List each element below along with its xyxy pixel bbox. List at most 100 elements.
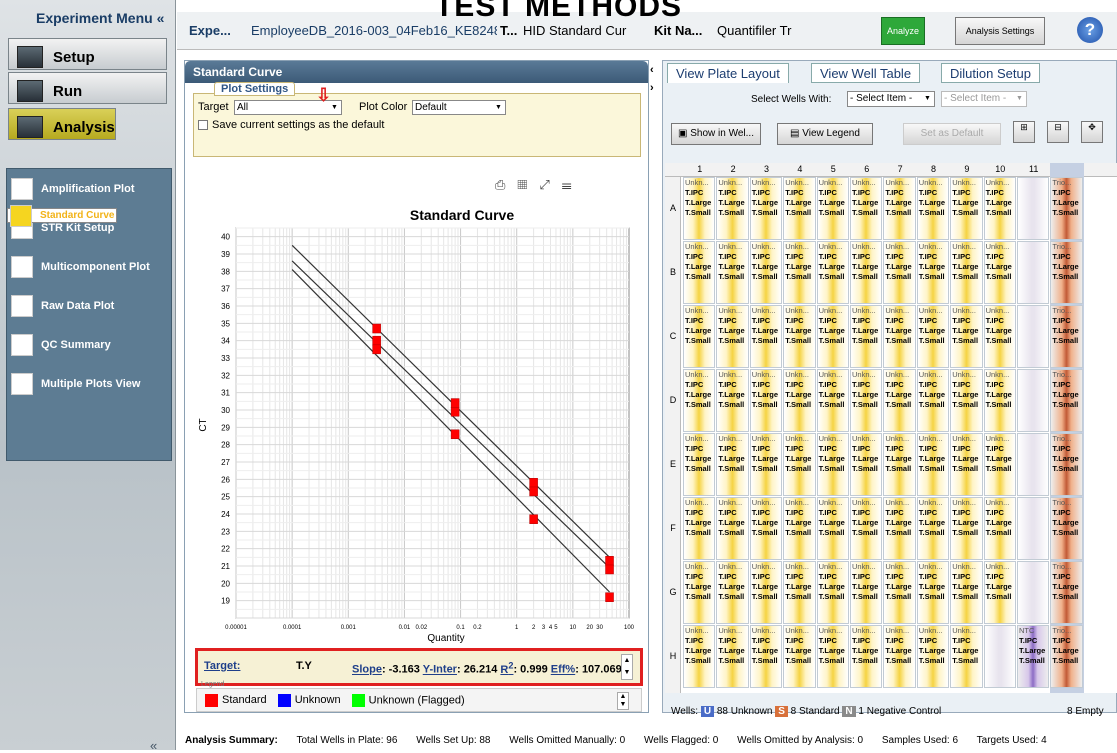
plate-well[interactable]: Unkn... T.IPC T.Large T.Small [783, 369, 816, 432]
set-default-button[interactable]: Set as Default [903, 123, 1001, 145]
plate-well[interactable]: Unkn... T.IPC T.Large T.Small [783, 305, 816, 368]
plate-well[interactable] [1017, 241, 1050, 304]
plate-well[interactable]: Unkn... T.IPC T.Large T.Small [683, 241, 716, 304]
plate-well[interactable]: Unkn... T.IPC T.Large T.Small [683, 625, 716, 688]
plate-well[interactable]: Unkn... T.IPC T.Large T.Small [716, 433, 749, 496]
plate-well[interactable]: Unkn... T.IPC T.Large T.Small [983, 433, 1016, 496]
plate-well[interactable]: Unkn... T.IPC T.Large T.Small [916, 369, 950, 432]
sidebar-item-amplification-plot[interactable]: Amplification Plot [7, 169, 171, 208]
sidebar-item-multiple-plots-view[interactable]: Multiple Plots View [7, 364, 171, 403]
sidebar-item-raw-data-plot[interactable]: Raw Data Plot [7, 286, 171, 325]
plate-well[interactable]: Unkn... T.IPC T.Large T.Small [749, 241, 783, 304]
row-header[interactable]: F [665, 523, 681, 533]
plate-well[interactable]: Unkn... T.IPC T.Large T.Small [850, 497, 883, 560]
plate-well[interactable]: Unkn... T.IPC T.Large T.Small [850, 177, 883, 240]
plate-well[interactable]: Unkn... T.IPC T.Large T.Small [816, 433, 849, 496]
plate-well[interactable]: Unkn... T.IPC T.Large T.Small [716, 561, 749, 624]
column-header[interactable]: 7 [883, 164, 916, 174]
row-header[interactable]: H [665, 651, 681, 661]
plate-well[interactable]: Unkn... T.IPC T.Large T.Small [850, 241, 883, 304]
legend-scroll-stepper[interactable]: ▲ ▼ [617, 692, 629, 710]
plate-well[interactable]: Unkn... T.IPC T.Large T.Small [683, 305, 716, 368]
y-intercept-label[interactable]: Y-Inter [423, 664, 457, 676]
show-in-well-button[interactable]: ▣ Show in Wel... [671, 123, 761, 145]
plate-well[interactable]: Unkn... T.IPC T.Large T.Small [783, 241, 816, 304]
plate-well[interactable]: Unkn... T.IPC T.Large T.Small [716, 241, 749, 304]
tab-view-well-table[interactable]: View Well Table [811, 63, 921, 83]
tab-view-plate-layout[interactable]: View Plate Layout [667, 63, 789, 83]
tab-dilution-setup[interactable]: Dilution Setup [941, 63, 1040, 83]
plate-well[interactable] [1017, 561, 1050, 624]
select-wells-dropdown-2[interactable]: - Select Item - ▼ [941, 91, 1027, 107]
plate-well[interactable]: Unkn... T.IPC T.Large T.Small [983, 369, 1016, 432]
column-header[interactable]: 10 [984, 164, 1017, 174]
plate-well[interactable]: Unkn... T.IPC T.Large T.Small [749, 625, 783, 688]
plate-well[interactable]: Unkn... T.IPC T.Large T.Small [749, 305, 783, 368]
plate-well[interactable]: Unkn... T.IPC T.Large T.Small [950, 433, 983, 496]
plate-well[interactable]: Unkn... T.IPC T.Large T.Small [983, 177, 1016, 240]
fit-scroll-stepper[interactable]: ▲ ▼ [621, 654, 633, 680]
column-header[interactable]: 6 [850, 164, 883, 174]
plate-well[interactable]: Unkn... T.IPC T.Large T.Small [749, 497, 783, 560]
plate-well[interactable]: Unkn... T.IPC T.Large T.Small [749, 369, 783, 432]
fit-icon[interactable]: ✥ [1081, 121, 1103, 143]
plate-well[interactable] [1017, 369, 1050, 432]
plate-well[interactable]: Unkn... T.IPC T.Large T.Small [783, 561, 816, 624]
run-button[interactable]: Run [8, 72, 167, 104]
zoom-out-icon[interactable]: ⊟ [1047, 121, 1069, 143]
analysis-button[interactable]: Analysis [8, 108, 116, 140]
plate-well[interactable]: Unkn... T.IPC T.Large T.Small [683, 369, 716, 432]
plate-well[interactable]: Unkn... T.IPC T.Large T.Small [850, 561, 883, 624]
plate-well[interactable]: Unkn... T.IPC T.Large T.Small [816, 241, 849, 304]
zoom-icon[interactable]: ⤢ [539, 177, 561, 192]
plate-well[interactable]: Unkn... T.IPC T.Large T.Small [816, 305, 849, 368]
plate-well[interactable]: Unkn... T.IPC T.Large T.Small [850, 433, 883, 496]
plate-well[interactable]: Unkn... T.IPC T.Large T.Small [983, 305, 1016, 368]
plate-well[interactable] [1017, 433, 1050, 496]
plate-well[interactable]: Unkn... T.IPC T.Large T.Small [816, 369, 849, 432]
plate-well[interactable] [983, 625, 1016, 688]
column-header[interactable]: 4 [783, 164, 816, 174]
select-wells-dropdown[interactable]: - Select Item - ▼ [847, 91, 935, 107]
column-header[interactable]: 11 [1017, 164, 1050, 174]
plate-well[interactable]: Unkn... T.IPC T.Large T.Small [983, 561, 1016, 624]
plate-well[interactable]: Unkn... T.IPC T.Large T.Small [816, 561, 849, 624]
plate-well[interactable]: Unkn... T.IPC T.Large T.Small [783, 625, 816, 688]
plate-well[interactable]: Trio... T.IPC T.Large T.Small [1050, 177, 1083, 240]
print-icon[interactable]: ⎙ [495, 177, 517, 192]
plate-well[interactable]: Unkn... T.IPC T.Large T.Small [983, 497, 1016, 560]
plate-well[interactable]: Unkn... T.IPC T.Large T.Small [916, 241, 950, 304]
plate-well[interactable]: Unkn... T.IPC T.Large T.Small [916, 305, 950, 368]
plate-well[interactable]: Unkn... T.IPC T.Large T.Small [916, 177, 950, 240]
plate-well[interactable]: Unkn... T.IPC T.Large T.Small [850, 625, 883, 688]
plate-well[interactable]: Unkn... T.IPC T.Large T.Small [883, 241, 916, 304]
plate-well[interactable]: Unkn... T.IPC T.Large T.Small [683, 497, 716, 560]
plate-well[interactable]: Unkn... T.IPC T.Large T.Small [883, 433, 916, 496]
plate-well[interactable]: Trio... T.IPC T.Large T.Small [1050, 305, 1083, 368]
plate-well[interactable]: Unkn... T.IPC T.Large T.Small [950, 177, 983, 240]
plate-well[interactable]: Unkn... T.IPC T.Large T.Small [816, 177, 849, 240]
plate-well[interactable]: Trio... T.IPC T.Large T.Small [1050, 241, 1083, 304]
plate-well[interactable]: Unkn... T.IPC T.Large T.Small [716, 305, 749, 368]
plot-color-select[interactable]: Default ▼ [412, 100, 506, 115]
sidebar-item-standard-curve[interactable]: Standard Curve [7, 204, 118, 227]
plate-well[interactable]: Trio... T.IPC T.Large T.Small [1050, 497, 1083, 560]
plate-well[interactable]: Unkn... T.IPC T.Large T.Small [783, 433, 816, 496]
plate-well[interactable]: Unkn... T.IPC T.Large T.Small [950, 369, 983, 432]
r-squared-label[interactable]: R2 [500, 660, 513, 676]
plate-well[interactable]: Unkn... T.IPC T.Large T.Small [916, 433, 950, 496]
row-header[interactable]: C [665, 331, 681, 341]
fit-target-label[interactable]: Target: [204, 660, 240, 672]
plate-well[interactable]: Unkn... T.IPC T.Large T.Small [950, 497, 983, 560]
plate-well[interactable]: Unkn... T.IPC T.Large T.Small [883, 625, 916, 688]
plate-well[interactable]: Unkn... T.IPC T.Large T.Small [816, 497, 849, 560]
copy-icon[interactable]: ▦ [517, 177, 539, 192]
column-header[interactable]: 1 [683, 164, 716, 174]
plate-well[interactable]: Unkn... T.IPC T.Large T.Small [783, 497, 816, 560]
plate-well[interactable]: Unkn... T.IPC T.Large T.Small [950, 625, 983, 688]
plate-well[interactable] [1017, 305, 1050, 368]
plate-well[interactable]: Unkn... T.IPC T.Large T.Small [950, 305, 983, 368]
plate-well[interactable]: Unkn... T.IPC T.Large T.Small [749, 433, 783, 496]
view-legend-button[interactable]: ▤ View Legend [777, 123, 873, 145]
plate-well[interactable]: Unkn... T.IPC T.Large T.Small [883, 305, 916, 368]
